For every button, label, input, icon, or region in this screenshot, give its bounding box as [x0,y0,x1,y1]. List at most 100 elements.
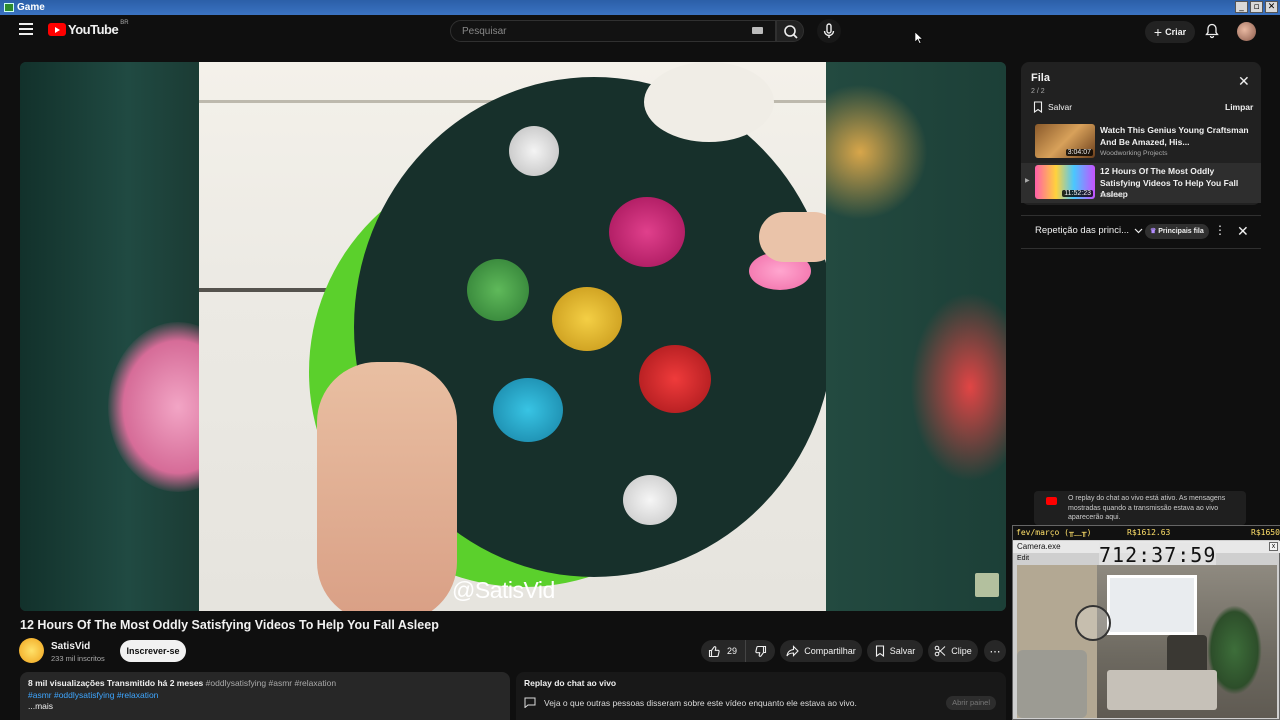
queue-panel: Fila 2 / 2 ✕ Salvar Limpar 3:04:07 Watch… [1021,62,1261,205]
chat-replay-notice: O replay do chat ao vivo está ativo. As … [1034,491,1246,525]
disc-bite [644,62,774,142]
plus-icon: + [1153,24,1163,40]
table [1107,670,1217,710]
queue-item-channel: Woodworking Projects [1100,150,1168,157]
hashtag-links[interactable]: #asmr #oddlysatisfying #relaxation [28,690,502,702]
like-dislike-group: 29 [701,640,775,662]
camera-window-title: Camera.exe [1017,542,1061,551]
youtube-play-icon [48,23,66,36]
thumbs-up-icon [708,645,720,657]
queue-title: Fila [1031,72,1050,84]
more-vert-icon[interactable]: ⋮ [1214,223,1226,237]
hand [317,362,457,611]
video-title: 12 Hours Of The Most Oddly Satisfying Vi… [20,618,439,632]
youtube-logo[interactable]: YouTube BR [48,19,129,37]
queue-item-channel: SatisVid [1100,192,1125,199]
donation-ticker: fev/março (╥﹏╥) R$1612.63 R$1650 [1013,526,1280,540]
dislike-button[interactable] [746,640,774,662]
save-button[interactable]: Salvar [867,640,923,662]
queue-item[interactable]: 3:04:07 Watch This Genius Young Craftsma… [1021,122,1261,162]
chat-replay-title: Replay do chat ao vivo [524,678,617,688]
notifications-bell-icon[interactable] [1205,23,1219,39]
stream-overlay: fev/março (╥﹏╥) R$1612.63 R$1650 Camera.… [1012,525,1280,720]
app-icon [4,3,14,12]
close-icon[interactable]: ✕ [1238,74,1250,88]
video-player[interactable]: @SatisVid [20,62,1006,611]
queue-clear-button[interactable]: Limpar [1225,102,1253,112]
chat-replay-box: Replay do chat ao vivo Veja o que outras… [516,672,1006,720]
channel-avatar[interactable] [19,638,44,663]
ticker-goal: R$1650 [1251,528,1280,537]
chat-mode-dropdown[interactable]: Repetição das princi... [1035,225,1143,236]
live-chat-panel: Repetição das princi... ♛ Principais fil… [1021,215,1261,525]
close-button[interactable]: ✕ [1265,1,1278,13]
bookmark-icon [1033,101,1043,113]
mouse-cursor-icon [915,32,923,44]
room-window [1107,575,1197,635]
search-box [450,20,776,42]
search-input[interactable] [460,21,740,41]
webcam-feed [1017,565,1277,718]
like-count: 29 [727,646,738,656]
restore-button[interactable]: ▫ [1250,1,1263,13]
show-more-link[interactable]: ...mais [28,701,502,713]
chat-bubble-icon [524,697,536,708]
queue-count: 2 / 2 [1031,88,1045,95]
minimize-button[interactable]: _ [1235,1,1248,13]
logo-text: YouTube [68,22,119,37]
share-button[interactable]: Compartilhar [780,640,862,662]
queue-save-label: Salvar [1048,102,1073,112]
queue-thumbnail: 3:04:07 [1035,124,1095,158]
glitter-red [639,345,711,413]
country-code: BR [120,19,129,26]
microphone-icon [823,23,835,38]
chat-header: Repetição das princi... ♛ Principais fil… [1021,216,1261,248]
divider [1021,248,1261,249]
description-box[interactable]: 8 mil visualizações Transmitido há 2 mes… [20,672,510,720]
account-avatar[interactable] [1237,22,1256,41]
window-controls: _ ▫ ✕ [1235,1,1278,13]
share-label: Compartilhar [804,646,856,656]
create-button[interactable]: + Criar [1145,21,1195,43]
chat-replay-text: Veja o que outras pessoas disseram sobre… [544,697,857,708]
search-button[interactable] [776,20,804,42]
description-tags: #oddlysatisfying #asmr #relaxation [205,678,337,688]
create-label: Criar [1165,27,1187,37]
close-icon[interactable]: x [1269,542,1278,551]
bookmark-icon [875,645,884,657]
queue-item-current[interactable]: ▶ 11:52:23 12 Hours Of The Most Oddly Sa… [1021,163,1261,203]
keyboard-icon[interactable] [752,27,763,34]
subscribe-button[interactable]: Inscrever-se [120,640,186,662]
ticker-amount: R$1612.63 [1127,528,1171,537]
scissors-icon [934,645,946,657]
glitter-magenta [609,197,685,267]
hand [759,212,826,262]
ticker-label: fev/março (╥﹏╥) [1016,528,1092,537]
queue-save-button[interactable]: Salvar [1033,101,1072,113]
subscriber-count: 233 mil inscritos [51,654,105,663]
top-bar: YouTube BR + Criar [0,15,1280,47]
channel-watermark-logo[interactable] [975,573,999,597]
channel-name[interactable]: SatisVid [51,641,90,652]
window-title-bar: Game _ ▫ ✕ [0,0,1280,15]
chat-filter-badge[interactable]: ♛ Principais fila [1145,224,1209,239]
video-frame: @SatisVid [199,62,826,611]
queue-thumbnail: 11:52:23 [1035,165,1095,199]
clip-button[interactable]: Clipe [928,640,978,662]
chat-replay-line: Veja o que outras pessoas disseram sobre… [524,697,998,708]
open-panel-button[interactable]: Abrir painel [946,696,996,710]
voice-search-button[interactable] [817,19,841,43]
chat-mode-label: Repetição das princi... [1035,225,1129,236]
camera-menu[interactable]: Edit [1017,555,1029,562]
view-stats: 8 mil visualizações Transmitido há 2 mes… [28,678,204,688]
like-button[interactable]: 29 [701,640,746,662]
video-watermark: @SatisVid [452,577,555,603]
more-actions-button[interactable]: ⋯ [984,640,1006,662]
close-icon[interactable]: ✕ [1237,223,1249,240]
queue-item-title: Watch This Genius Young Craftsman And Be… [1100,125,1249,147]
glitter-silver-top [509,126,559,176]
glitter-blue [493,378,563,442]
menu-icon[interactable] [19,23,33,35]
sofa [1017,650,1087,718]
share-icon [786,645,800,657]
